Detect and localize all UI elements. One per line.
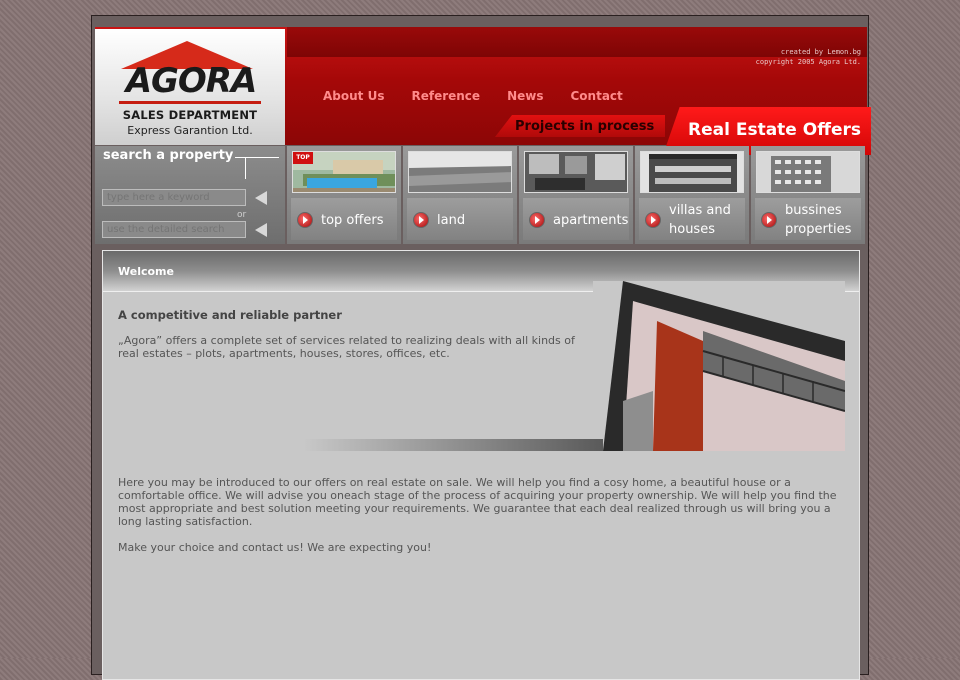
content-panel: Welcome A competitive and reliable partn… (102, 250, 860, 680)
building-photo (593, 281, 845, 451)
top-badge: TOP (293, 152, 313, 164)
partner-heading: A competitive and reliable partner (118, 308, 342, 322)
nav-about-us[interactable]: About Us (323, 89, 384, 103)
villas-button[interactable]: villas and houses (639, 198, 745, 240)
apartments-button[interactable]: apartments (523, 198, 629, 240)
photo-shadow (303, 439, 603, 451)
play-arrow-icon (297, 212, 313, 228)
apartments-thumbnail[interactable] (524, 151, 628, 193)
copyright-text: copyright 2005 Agora Ltd. (755, 58, 861, 66)
search-panel: search a property or (95, 146, 285, 244)
search-title: search a property (103, 148, 234, 163)
bussines-button[interactable]: bussines properties (755, 198, 861, 240)
land-thumbnail[interactable] (408, 151, 512, 193)
keyword-search-input[interactable] (102, 189, 246, 206)
category-land[interactable]: land (403, 146, 517, 244)
top-offers-button[interactable]: top offers (291, 198, 397, 240)
logo-tagline: Express Garantion Ltd. (127, 124, 253, 137)
tab-projects-in-process[interactable]: Projects in process (515, 119, 654, 134)
page-frame: created by Lemon.bg copyright 2005 Agora… (91, 15, 871, 680)
search-arrow-down-icon (245, 157, 246, 179)
play-arrow-icon (529, 212, 545, 228)
nav-contact[interactable]: Contact (570, 89, 622, 103)
body-text: Here you may be introduced to our offers… (118, 476, 837, 528)
play-arrow-icon (761, 212, 777, 228)
category-apartments[interactable]: apartments (519, 146, 633, 244)
category-bussines-properties[interactable]: bussines properties (751, 146, 865, 244)
logo[interactable]: AGORA SALES DEPARTMENT Express Garantion… (95, 29, 285, 145)
search-or-label: or (237, 210, 247, 220)
category-villas-and-houses[interactable]: villas and houses (635, 146, 749, 244)
main-nav: About Us Reference News Contact (323, 89, 650, 103)
intro-text: „Agora” offers a complete set of service… (118, 334, 575, 360)
nav-news[interactable]: News (507, 89, 543, 103)
detailed-search-input[interactable] (102, 221, 246, 238)
logo-wordmark: AGORA (125, 61, 258, 101)
credits: created by Lemon.bg copyright 2005 Agora… (756, 47, 861, 67)
play-arrow-icon (645, 212, 661, 228)
section-title: Welcome (118, 265, 174, 278)
category-label: top offers (321, 212, 384, 228)
villas-thumbnail[interactable] (640, 151, 744, 193)
detailed-search-go-icon[interactable] (255, 223, 267, 237)
tab-real-estate-offers[interactable]: Real Estate Offers (688, 120, 861, 140)
play-arrow-icon (413, 212, 429, 228)
category-list: TOP top offers land apartments villas an… (287, 146, 867, 244)
category-top-offers[interactable]: TOP top offers (287, 146, 401, 244)
logo-department: SALES DEPARTMENT (122, 108, 258, 122)
land-button[interactable]: land (407, 198, 513, 240)
search-arrow-icon (235, 157, 279, 158)
category-label: villas and houses (669, 203, 731, 237)
nav-reference[interactable]: Reference (411, 89, 480, 103)
category-label: bussines properties (785, 203, 852, 237)
created-by-text: created by Lemon.bg (780, 48, 861, 56)
top-offers-thumbnail[interactable]: TOP (292, 151, 396, 193)
keyword-search-go-icon[interactable] (255, 191, 267, 205)
category-label: apartments (553, 212, 629, 228)
logo-underline (119, 101, 261, 104)
bussines-thumbnail[interactable] (756, 151, 860, 193)
closing-text: Make your choice and contact us! We are … (118, 541, 432, 554)
category-label: land (437, 212, 466, 228)
